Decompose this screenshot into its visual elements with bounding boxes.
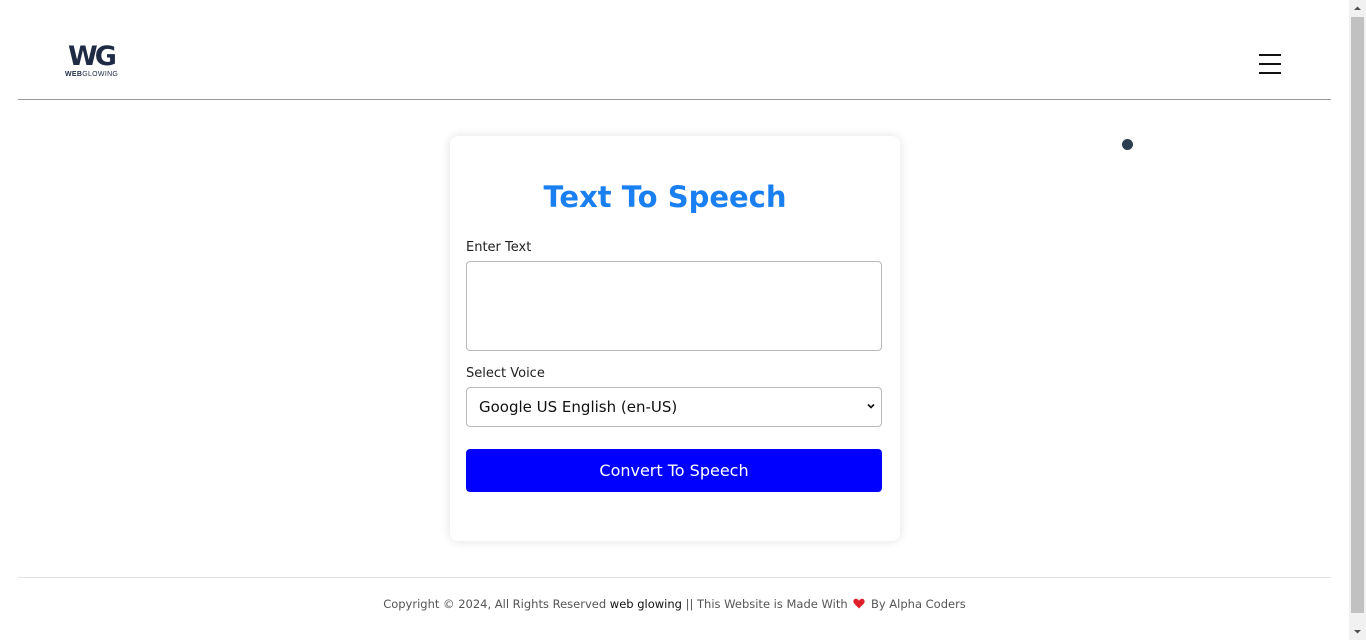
logo-wordmark: WEBGLOWING	[65, 71, 119, 78]
scroll-down-arrow-icon[interactable]	[1349, 623, 1366, 640]
web-glowing-link[interactable]: web glowing	[610, 597, 682, 611]
logo-mark: WG	[68, 41, 117, 72]
text-to-speech-card: Text To Speech Enter Text Select Voice G…	[450, 136, 900, 541]
site-header: WG WEBGLOWING	[18, 0, 1331, 100]
footer-text: Copyright © 2024, All Rights Reserved we…	[18, 597, 1331, 611]
select-voice-label: Select Voice	[466, 366, 545, 381]
site-footer: Copyright © 2024, All Rights Reserved we…	[18, 577, 1331, 640]
copyright-text: Copyright © 2024, All Rights Reserved	[383, 597, 607, 611]
heart-icon	[853, 598, 865, 609]
hamburger-icon[interactable]	[1259, 54, 1281, 74]
text-input[interactable]	[466, 261, 882, 351]
card-title: Text To Speech	[543, 180, 787, 214]
page: WG WEBGLOWING Text To Speech Enter Text …	[0, 0, 1349, 640]
chevron-down-icon	[867, 403, 875, 409]
convert-to-speech-button[interactable]: Convert To Speech	[466, 449, 882, 492]
scrollbar-thumb[interactable]	[1351, 17, 1364, 613]
by-alpha-coders-text: By Alpha Coders	[870, 597, 966, 611]
cursor-dot	[1122, 139, 1133, 150]
enter-text-label: Enter Text	[466, 240, 532, 255]
vertical-scrollbar[interactable]	[1349, 0, 1366, 640]
footer-separator: ||	[685, 597, 694, 611]
webglowing-logo[interactable]: WG WEBGLOWING	[65, 42, 121, 82]
scroll-up-arrow-icon[interactable]	[1349, 0, 1366, 17]
voice-select-value: Google US English (en-US)	[479, 398, 678, 416]
made-with-text: This Website is Made With	[697, 597, 848, 611]
voice-select[interactable]: Google US English (en-US)	[466, 387, 882, 427]
